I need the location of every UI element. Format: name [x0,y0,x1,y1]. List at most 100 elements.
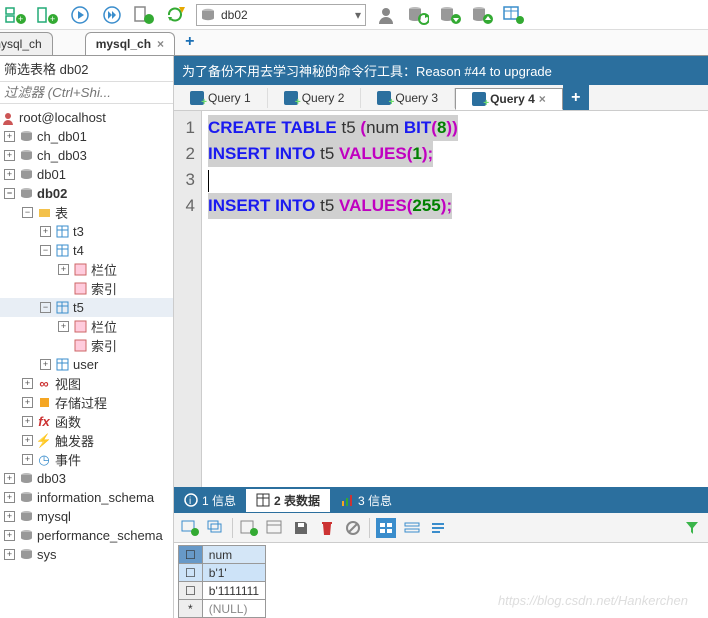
query-tab-bar: Query 1 Query 2 Query 3 Query 4× + [174,85,708,111]
view-text-icon[interactable] [428,518,448,538]
filter-input[interactable] [4,85,169,100]
table-icon [56,301,69,314]
new-tab-button[interactable]: + [177,29,202,55]
query-icon [190,91,204,105]
tree-indexes[interactable]: 索引 [0,336,173,355]
query-tab-2[interactable]: Query 2 [268,88,362,108]
tree-tables[interactable]: −表 [0,203,173,222]
query-tab-add[interactable]: + [563,85,589,110]
query-tab-4[interactable]: Query 4× [455,88,563,110]
grid-row-marker: * [179,600,203,618]
file-tab-bar: mysql_ch mysql_ch × + [0,30,708,56]
query-tab-1[interactable]: Query 1 [174,88,268,108]
refresh-warning-icon[interactable] [164,3,188,27]
close-icon[interactable]: × [539,92,546,106]
delete-icon[interactable] [317,518,337,538]
grid-refresh-icon[interactable] [239,518,259,538]
grid-check-all[interactable]: ☐ [179,546,203,564]
database-icon [20,548,33,561]
result-tab-data[interactable]: 2 表数据 [246,489,330,512]
svg-text:+: + [18,14,23,24]
db-selector[interactable]: db02 ▾ [196,4,366,26]
db-refresh-icon[interactable] [406,3,430,27]
line-gutter: 1234 [174,111,202,487]
tree-procs[interactable]: +存储过程 [0,393,173,412]
tree-db[interactable]: +performance_schema [0,526,173,545]
file-tab-active[interactable]: mysql_ch × [85,32,175,55]
tree-table[interactable]: +user [0,355,173,374]
tree-events[interactable]: +◷事件 [0,450,173,469]
tree-db[interactable]: +mysql [0,507,173,526]
tree-triggers[interactable]: +⚡触发器 [0,431,173,450]
svg-text:i: i [189,496,191,507]
tree-views[interactable]: +∞视图 [0,374,173,393]
grid-options-icon[interactable] [265,518,285,538]
result-tab-info2[interactable]: 3 信息 [330,489,402,512]
add-row-icon[interactable] [180,518,200,538]
table-add-icon[interactable] [502,3,526,27]
query-icon [472,92,486,106]
file-tab-left[interactable]: mysql_ch [0,32,53,55]
tree-columns[interactable]: +栏位 [0,317,173,336]
tree-columns[interactable]: +栏位 [0,260,173,279]
query-tab-3[interactable]: Query 3 [361,88,455,108]
data-grid-wrap: ☐num ☐b'1' ☐b'1111111 *(NULL) [174,543,708,618]
tree-db[interactable]: +ch_db03 [0,146,173,165]
tree-table[interactable]: −t4 [0,241,173,260]
dup-row-icon[interactable] [206,518,226,538]
close-icon[interactable]: × [157,37,164,51]
sidebar: 筛选表格 db02 root@localhost +ch_db01 +ch_db… [0,56,174,618]
tree-db[interactable]: +information_schema [0,488,173,507]
db-import-icon[interactable] [438,3,462,27]
view-form-icon[interactable] [402,518,422,538]
filter-icon[interactable] [682,518,702,538]
tree-db[interactable]: +db03 [0,469,173,488]
code-line-1: CREATE TABLE t5 (num BIT(8)) [208,115,458,141]
trigger-icon: ⚡ [36,433,52,449]
grid-cell[interactable]: b'1111111 [202,582,265,600]
table-icon [56,225,69,238]
save-icon[interactable] [291,518,311,538]
execute-script-icon[interactable] [132,3,156,27]
play-icon[interactable] [68,3,92,27]
tree-db-active[interactable]: −db02 [0,184,173,203]
result-tab-info[interactable]: i1 信息 [174,489,246,512]
proc-icon [38,396,51,409]
tree-db[interactable]: +db01 [0,165,173,184]
upgrade-banner[interactable]: 为了备份不用去学习神秘的命令行工具：Reason #44 to upgrade [174,56,708,85]
database-icon [201,8,215,22]
table-icon [56,358,69,371]
database-icon [20,472,33,485]
fast-forward-icon[interactable] [100,3,124,27]
filter-tables-label: 筛选表格 db02 [0,56,173,82]
grid-col-header[interactable]: num [202,546,265,564]
grid-cell[interactable]: b'1' [202,564,265,582]
tree-table-selected[interactable]: −t5 [0,298,173,317]
db-selector-value: db02 [221,8,248,22]
view-grid-icon[interactable] [376,518,396,538]
database-icon [20,529,33,542]
columns-icon [74,320,87,333]
tree-root[interactable]: root@localhost [0,108,173,127]
user-icon[interactable] [374,3,398,27]
tree-funcs[interactable]: +fx函数 [0,412,173,431]
data-grid[interactable]: ☐num ☐b'1' ☐b'1111111 *(NULL) [178,545,266,618]
code-line-2: INSERT INTO t5 VALUES(1); [208,141,433,167]
run-all-icon[interactable]: + [36,3,60,27]
index-icon [74,339,87,352]
tree-db[interactable]: +ch_db01 [0,127,173,146]
sql-editor[interactable]: 1234 CREATE TABLE t5 (num BIT(8)) INSERT… [174,111,708,487]
tree-indexes[interactable]: 索引 [0,279,173,298]
grid-row-check[interactable]: ☐ [179,582,203,600]
db-export-icon[interactable] [470,3,494,27]
tree-table[interactable]: +t3 [0,222,173,241]
run-selection-icon[interactable]: + [4,3,28,27]
grid-row-check[interactable]: ☐ [179,564,203,582]
info-icon: i [184,493,198,507]
database-icon [20,510,33,523]
grid-icon [256,493,270,507]
grid-cell-null[interactable]: (NULL) [202,600,265,618]
cancel-icon[interactable] [343,518,363,538]
database-icon [20,130,33,143]
tree-db[interactable]: +sys [0,545,173,564]
